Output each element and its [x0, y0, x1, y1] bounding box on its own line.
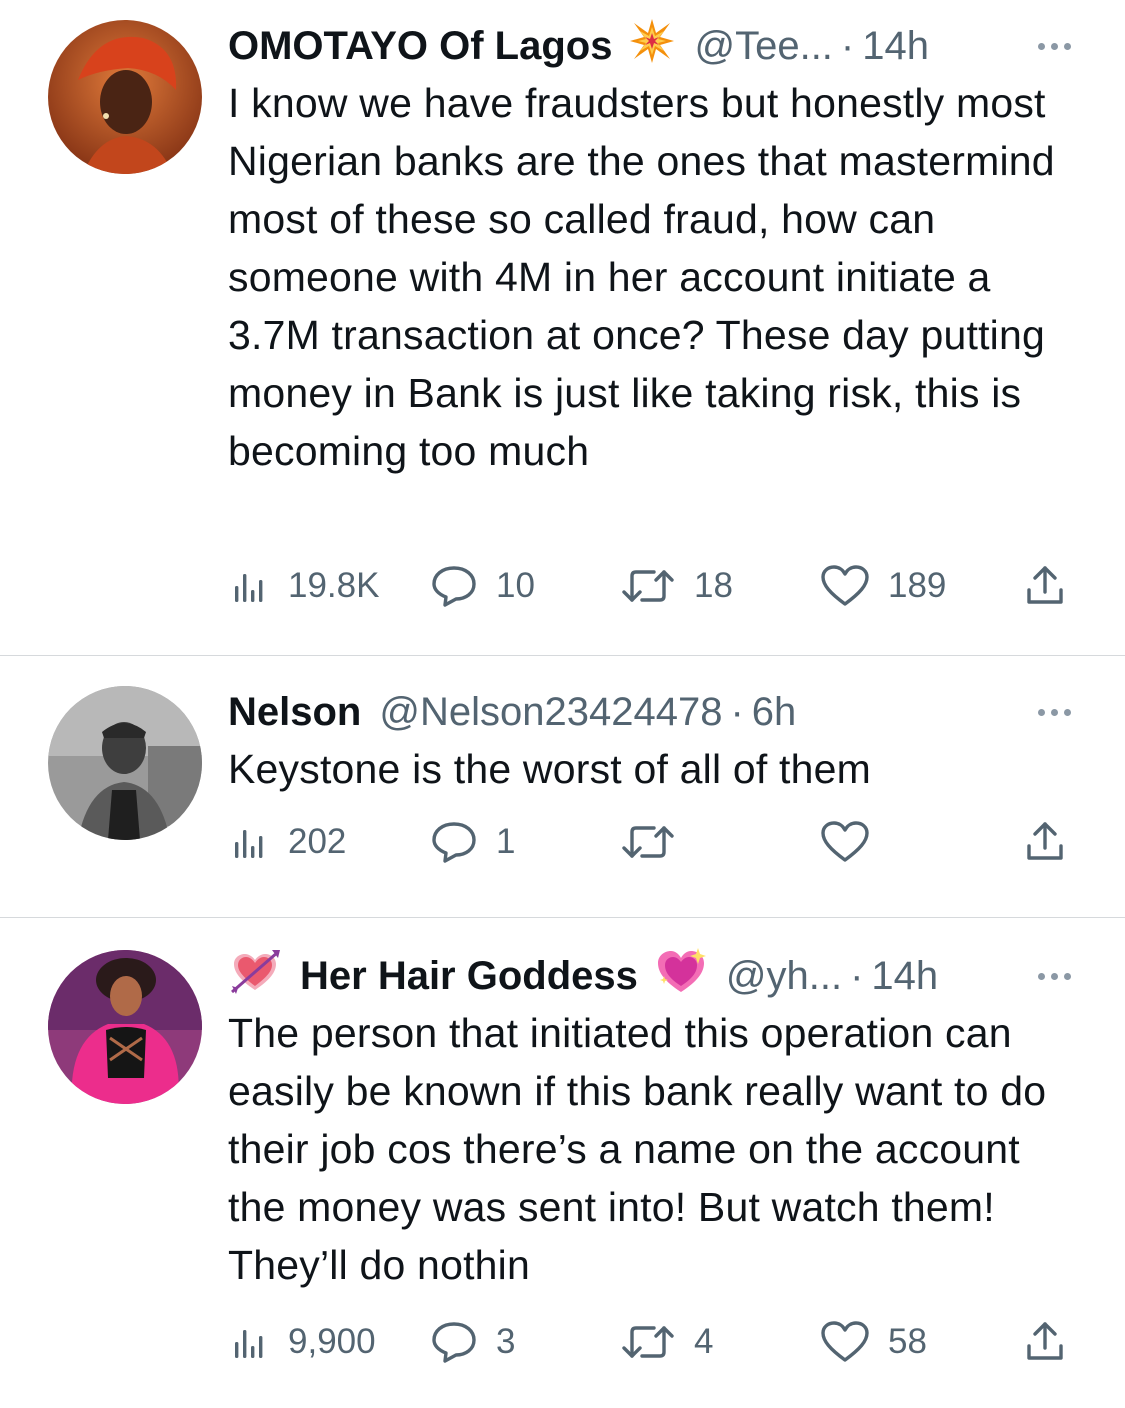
speech-bubble-icon	[430, 1320, 478, 1364]
reply-count: 1	[496, 822, 516, 861]
display-name[interactable]: OMOTAYO Of Lagos	[228, 24, 612, 69]
handle[interactable]: @Nelson23424478	[379, 690, 722, 735]
action-bar: 19.8K 10 18 189	[230, 564, 1067, 608]
retweet-icon	[620, 1320, 676, 1364]
handle[interactable]: @yh...	[726, 954, 842, 999]
ellipsis-icon[interactable]	[1038, 972, 1075, 980]
retweet-count: 4	[694, 1322, 714, 1361]
avatar[interactable]	[48, 20, 202, 174]
reply-count: 10	[496, 566, 535, 605]
avatar[interactable]	[48, 686, 202, 840]
views-button[interactable]: 202	[230, 822, 430, 862]
views-count: 19.8K	[288, 566, 380, 605]
share-button[interactable]	[1023, 564, 1067, 608]
bar-chart-icon	[230, 822, 270, 862]
handle[interactable]: @Tee...	[694, 24, 832, 69]
share-button[interactable]	[1023, 820, 1067, 864]
display-name[interactable]: Her Hair Goddess	[300, 954, 638, 999]
reply-button[interactable]: 3	[430, 1320, 620, 1364]
reply-button[interactable]: 1	[430, 820, 620, 864]
like-count: 58	[888, 1322, 927, 1361]
ellipsis-icon[interactable]	[1038, 708, 1075, 716]
heart-icon	[820, 820, 870, 864]
tweet-text: The person that initiated this operation…	[228, 1010, 1047, 1288]
separator-dot: ·	[730, 689, 744, 734]
reply-feed: OMOTAYO Of Lagos @Tee... · 14h I know we…	[0, 0, 1125, 1408]
like-count: 189	[888, 566, 947, 605]
share-icon	[1023, 564, 1067, 608]
share-button[interactable]	[1023, 1320, 1067, 1364]
views-count: 9,900	[288, 1322, 376, 1361]
views-count: 202	[288, 822, 347, 861]
action-bar: 9,900 3 4 58	[230, 1320, 1067, 1364]
retweet-button[interactable]: 4	[620, 1320, 820, 1364]
speech-bubble-icon	[430, 820, 478, 864]
tweet[interactable]: Her Hair Goddess @yh... · 14h The person…	[0, 918, 1125, 1408]
timestamp[interactable]: 6h	[752, 690, 797, 735]
separator-dot: ·	[840, 23, 855, 68]
views-button[interactable]: 19.8K	[230, 566, 430, 606]
sparkling-heart-emoji-icon	[654, 946, 708, 1006]
bar-chart-icon	[230, 566, 270, 606]
separator-dot: ·	[850, 953, 864, 998]
views-button[interactable]: 9,900	[230, 1322, 430, 1362]
timestamp[interactable]: 14h	[871, 954, 938, 999]
heart-icon	[820, 564, 870, 608]
retweet-count: 18	[694, 566, 733, 605]
ellipsis-icon[interactable]	[1038, 42, 1075, 50]
retweet-icon	[620, 820, 676, 864]
avatar[interactable]	[48, 950, 202, 1104]
like-button[interactable]: 58	[820, 1320, 1010, 1364]
speech-bubble-icon	[430, 564, 478, 608]
timestamp[interactable]: 14h	[862, 24, 929, 69]
tweet[interactable]: OMOTAYO Of Lagos @Tee... · 14h I know we…	[0, 0, 1125, 656]
reply-count: 3	[496, 1322, 516, 1361]
reply-button[interactable]: 10	[430, 564, 620, 608]
retweet-button[interactable]: 18	[620, 564, 820, 608]
bar-chart-icon	[230, 1322, 270, 1362]
tweet-text: I know we have fraudsters but honestly m…	[228, 80, 1055, 474]
display-name[interactable]: Nelson	[228, 690, 361, 735]
retweet-icon	[620, 564, 676, 608]
like-button[interactable]: 189	[820, 564, 1010, 608]
collision-emoji-icon	[628, 17, 676, 75]
share-icon	[1023, 820, 1067, 864]
heart-icon	[820, 1320, 870, 1364]
action-bar: 202 1	[230, 820, 1067, 864]
tweet-text: Keystone is the worst of all of them	[228, 746, 872, 792]
like-button[interactable]	[820, 820, 1010, 864]
retweet-button[interactable]	[620, 820, 820, 864]
tweet[interactable]: Nelson @Nelson23424478 · 6h Keystone is …	[0, 656, 1125, 918]
share-icon	[1023, 1320, 1067, 1364]
heart-with-arrow-emoji-icon	[228, 946, 282, 1006]
